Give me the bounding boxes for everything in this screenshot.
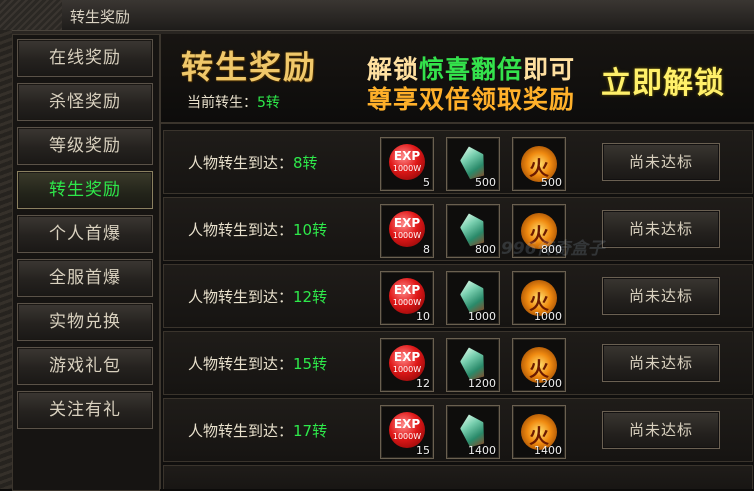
reward-slot[interactable]: EXP 1000W 12 (380, 338, 434, 392)
exp-orb-icon: EXP 1000W (389, 278, 425, 314)
reward-slot[interactable]: EXP 1000W 15 (380, 405, 434, 459)
reward-window: 转生奖励 在线奖励 杀怪奖励 等级奖励 转生奖励 个人首爆 全服首爆 实物兑换 … (0, 0, 754, 491)
sidebar: 在线奖励 杀怪奖励 等级奖励 转生奖励 个人首爆 全服首爆 实物兑换 游戏礼包 … (12, 34, 160, 491)
exp-orb-icon: EXP 1000W (389, 211, 425, 247)
unlock-now-button[interactable]: 立即解锁 (601, 58, 725, 102)
exp-sub: 1000W (392, 432, 422, 441)
sidebar-item-follow-gift[interactable]: 关注有礼 (17, 391, 153, 429)
item-count: 1200 (534, 377, 562, 390)
item-count: 1000 (534, 310, 562, 323)
row-level: 12转 (293, 288, 328, 306)
row-label-text: 人物转生到达： (188, 422, 294, 440)
reward-row: 人物转生到达：15转 EXP 1000W 12 1200 火 1200 尚未达标 (163, 331, 753, 395)
claim-button[interactable]: 尚未达标 (602, 143, 720, 181)
item-count: 15 (416, 444, 430, 457)
exp-sub: 1000W (392, 231, 422, 240)
row-label-text: 人物转生到达： (188, 288, 294, 306)
reward-slot[interactable]: 火 1000 (512, 271, 566, 325)
sidebar-item-online-reward[interactable]: 在线奖励 (17, 39, 153, 77)
claim-button[interactable]: 尚未达标 (602, 344, 720, 382)
claim-button[interactable]: 尚未达标 (602, 277, 720, 315)
row-label-text: 人物转生到达： (188, 154, 294, 172)
reward-slot[interactable]: 1200 (446, 338, 500, 392)
reward-header: 转生奖励 当前转生：5转 解锁惊喜翻倍即可 尊享双倍领取奖励 立即解锁 (161, 34, 754, 124)
reward-row: 人物转生到达：12转 EXP 1000W 10 1000 火 1000 尚未达标 (163, 264, 753, 328)
frame-ornament (0, 30, 12, 489)
exp-text: EXP (393, 216, 421, 230)
row-level: 15转 (293, 355, 328, 373)
page-title: 转生奖励 (181, 48, 318, 86)
crystal-gem-icon (457, 210, 488, 247)
sidebar-item-game-gift[interactable]: 游戏礼包 (17, 347, 153, 385)
row-level: 17转 (293, 422, 328, 440)
row-level: 8转 (293, 154, 318, 172)
reward-slot[interactable]: 火 1400 (512, 405, 566, 459)
ornament-icon (0, 0, 62, 30)
exp-orb-icon: EXP 1000W (389, 345, 425, 381)
watermark: 996传奇盒子 (501, 239, 605, 259)
crystal-gem-icon (457, 411, 488, 448)
reward-row-partial (163, 465, 753, 489)
reward-slot[interactable]: EXP 1000W 8 (380, 204, 434, 258)
row-level: 10转 (293, 221, 328, 239)
reward-slot[interactable]: EXP 1000W 5 (380, 137, 434, 191)
main-content: 转生奖励 当前转生：5转 解锁惊喜翻倍即可 尊享双倍领取奖励 立即解锁 人物转生… (160, 34, 754, 489)
item-count: 500 (475, 176, 496, 189)
row-label-text: 人物转生到达： (188, 221, 294, 239)
item-count: 1400 (468, 444, 496, 457)
row-label: 人物转生到达：15转 (188, 353, 327, 374)
reward-slot[interactable]: 800 (446, 204, 500, 258)
item-count: 800 (475, 243, 496, 256)
exp-text: EXP (393, 283, 421, 297)
sidebar-item-item-exchange[interactable]: 实物兑换 (17, 303, 153, 341)
exp-orb-icon: EXP 1000W (389, 412, 425, 448)
sidebar-item-server-first-drop[interactable]: 全服首爆 (17, 259, 153, 297)
exp-orb-icon: EXP 1000W (389, 144, 425, 180)
row-label: 人物转生到达：10转 (188, 219, 327, 240)
reward-row: 人物转生到达：10转 EXP 1000W 8 800 火 800 尚未达标 (163, 197, 753, 261)
reward-slot[interactable]: 500 (446, 137, 500, 191)
item-count: 500 (541, 176, 562, 189)
sidebar-item-level-reward[interactable]: 等级奖励 (17, 127, 153, 165)
reward-slot[interactable]: 1400 (446, 405, 500, 459)
exp-text: EXP (393, 417, 421, 431)
exp-sub: 1000W (392, 298, 422, 307)
reward-row: 人物转生到达：17转 EXP 1000W 15 1400 火 1400 尚未达标 (163, 398, 753, 462)
item-count: 1000 (468, 310, 496, 323)
row-label: 人物转生到达：8转 (188, 152, 318, 173)
row-label: 人物转生到达：17转 (188, 420, 327, 441)
reward-slot[interactable]: 1000 (446, 271, 500, 325)
current-rebirth-value: 5转 (257, 95, 280, 111)
item-count: 1400 (534, 444, 562, 457)
exp-sub: 1000W (392, 164, 422, 173)
crystal-gem-icon (457, 344, 488, 381)
sidebar-item-kill-reward[interactable]: 杀怪奖励 (17, 83, 153, 121)
exp-text: EXP (393, 149, 421, 163)
item-count: 5 (423, 176, 430, 189)
current-rebirth: 当前转生：5转 (187, 92, 280, 112)
crystal-gem-icon (457, 277, 488, 314)
row-label: 人物转生到达：12转 (188, 286, 327, 307)
reward-list: 人物转生到达：8转 EXP 1000W 5 500 火 500 尚未达标 人物转生… (163, 130, 753, 489)
claim-button[interactable]: 尚未达标 (602, 411, 720, 449)
window-title: 转生奖励 (70, 8, 131, 26)
row-label-text: 人物转生到达： (188, 355, 294, 373)
current-rebirth-label: 当前转生： (187, 95, 257, 111)
reward-slot[interactable]: 火 1200 (512, 338, 566, 392)
sidebar-item-personal-first-drop[interactable]: 个人首爆 (17, 215, 153, 253)
item-count: 1200 (468, 377, 496, 390)
crystal-gem-icon (457, 143, 488, 180)
window-titlebar: 转生奖励 (0, 0, 754, 31)
sidebar-item-rebirth-reward[interactable]: 转生奖励 (17, 171, 153, 209)
promo-line-2: 尊享双倍领取奖励 (367, 85, 576, 114)
reward-slot[interactable]: 火 500 (512, 137, 566, 191)
item-count: 12 (416, 377, 430, 390)
reward-row: 人物转生到达：8转 EXP 1000W 5 500 火 500 尚未达标 (163, 130, 753, 194)
exp-text: EXP (393, 350, 421, 364)
exp-sub: 1000W (392, 365, 422, 374)
item-count: 8 (423, 243, 430, 256)
item-count: 10 (416, 310, 430, 323)
claim-button[interactable]: 尚未达标 (602, 210, 720, 248)
reward-slot[interactable]: EXP 1000W 10 (380, 271, 434, 325)
